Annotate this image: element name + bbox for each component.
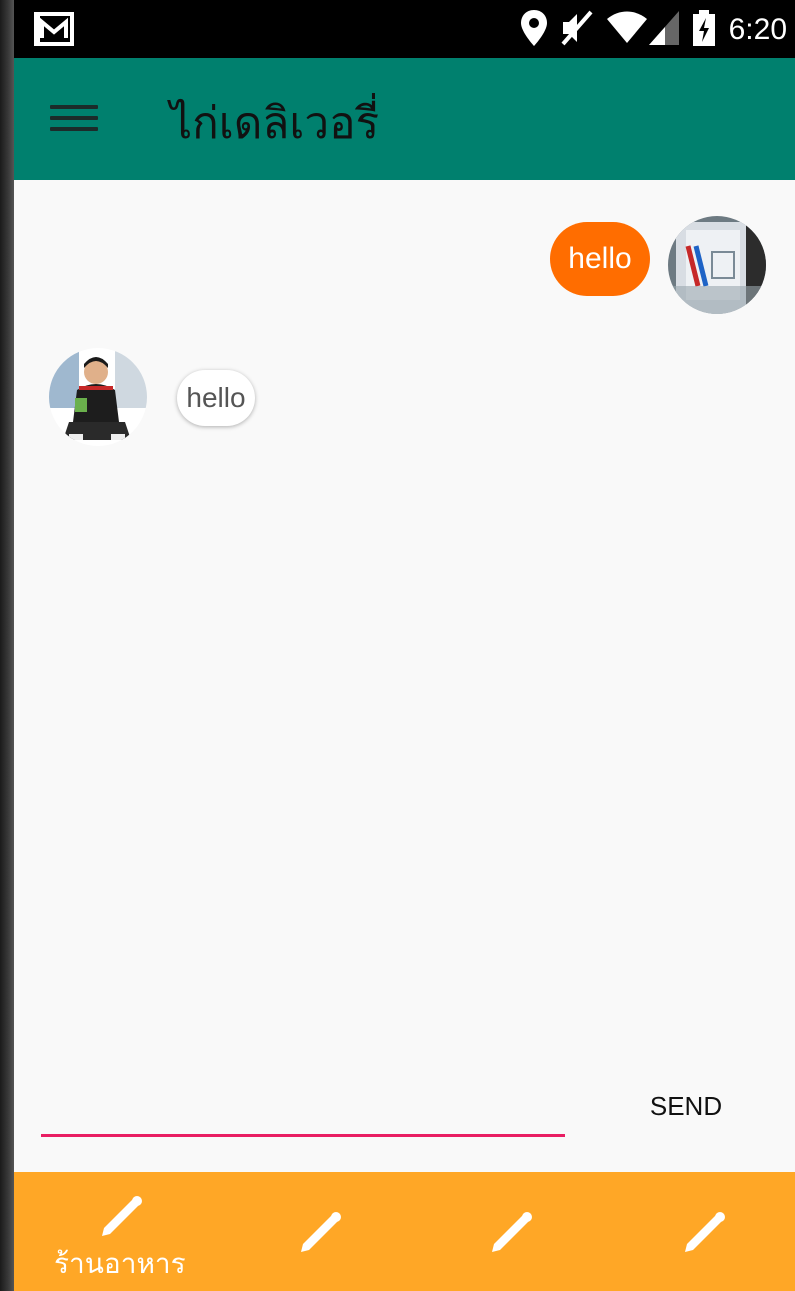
pencil-icon xyxy=(681,1210,727,1261)
location-icon xyxy=(520,9,547,51)
app-title: ไก่เดลิเวอรี่ xyxy=(170,98,380,149)
bottom-navigation: ร้านอาหาร xyxy=(14,1172,795,1291)
status-bar: 6:20 xyxy=(14,0,795,58)
app-bar: ไก่เดลิเวอรี่ xyxy=(14,58,795,180)
message-bubble-incoming: hello xyxy=(177,370,255,426)
device-edge xyxy=(0,0,14,1291)
pencil-icon xyxy=(297,1210,343,1261)
message-input-underline xyxy=(41,1134,565,1137)
nav-item-2[interactable] xyxy=(209,1172,404,1291)
app-screen: 6:20 ไก่เดลิเวอรี่ hello hello SEND ร้าน… xyxy=(14,0,795,1291)
mute-icon xyxy=(561,10,593,51)
nav-label-restaurant: ร้านอาหาร xyxy=(54,1247,186,1280)
battery-charging-icon xyxy=(692,9,715,51)
recipient-avatar xyxy=(49,348,147,446)
nav-item-3[interactable] xyxy=(404,1172,599,1291)
status-time: 6:20 xyxy=(728,13,787,46)
wifi-icon xyxy=(606,11,647,50)
gmail-icon xyxy=(34,12,74,51)
pencil-icon xyxy=(98,1194,144,1245)
pencil-icon xyxy=(488,1210,534,1261)
send-button[interactable]: SEND xyxy=(626,1082,746,1130)
message-bubble-outgoing: hello xyxy=(550,222,650,296)
chat-message-list[interactable]: hello hello xyxy=(14,180,795,1070)
nav-item-4[interactable] xyxy=(599,1172,794,1291)
sender-avatar xyxy=(668,216,766,314)
nav-item-restaurant[interactable]: ร้านอาหาร xyxy=(14,1172,209,1291)
message-input[interactable] xyxy=(41,1090,569,1132)
signal-icon xyxy=(648,10,679,50)
hamburger-menu-icon[interactable] xyxy=(50,98,98,142)
